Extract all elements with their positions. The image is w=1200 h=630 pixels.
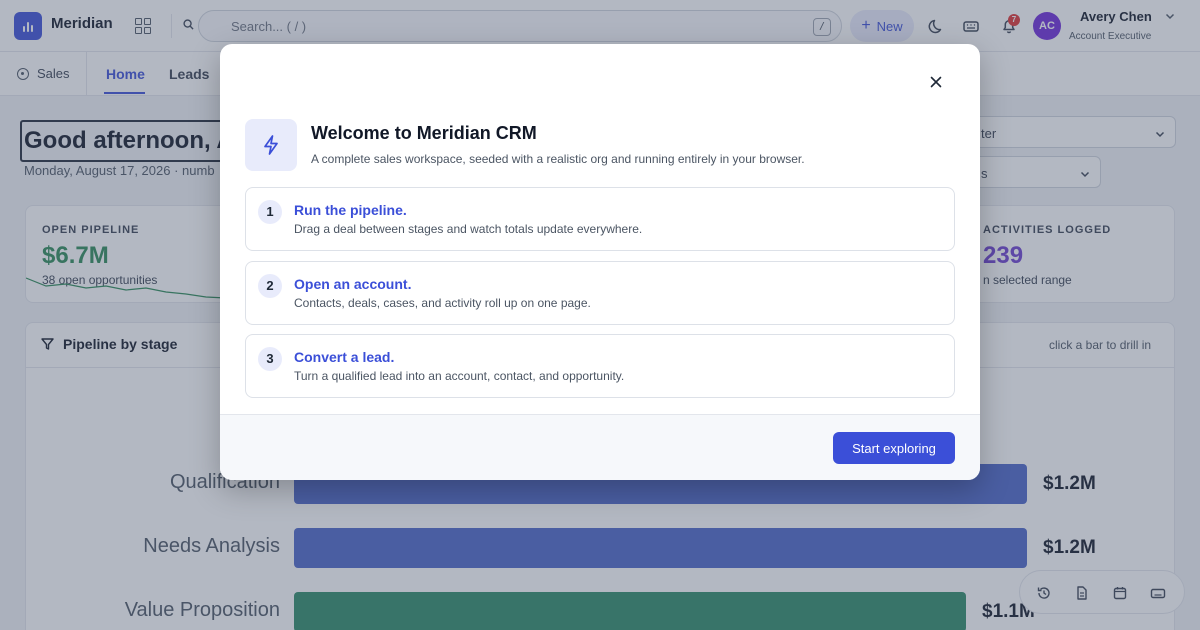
close-icon[interactable] xyxy=(928,74,944,90)
onboarding-step[interactable]: 1 Run the pipeline. Drag a deal between … xyxy=(245,187,955,251)
onboarding-step[interactable]: 2 Open an account. Contacts, deals, case… xyxy=(245,261,955,325)
step-number: 3 xyxy=(258,347,282,371)
step-number: 2 xyxy=(258,274,282,298)
step-title: Convert a lead. xyxy=(294,349,395,365)
step-number: 1 xyxy=(258,200,282,224)
step-description: Turn a qualified lead into an account, c… xyxy=(294,369,625,383)
dialog-footer: Start exploring xyxy=(220,414,980,480)
lightning-icon xyxy=(245,119,297,171)
start-exploring-button[interactable]: Start exploring xyxy=(833,432,955,464)
onboarding-step[interactable]: 3 Convert a lead. Turn a qualified lead … xyxy=(245,334,955,398)
step-description: Drag a deal between stages and watch tot… xyxy=(294,222,643,236)
step-title: Run the pipeline. xyxy=(294,202,407,218)
welcome-dialog: Welcome to Meridian CRM A complete sales… xyxy=(220,44,980,480)
dialog-subtitle: A complete sales workspace, seeded with … xyxy=(311,152,805,166)
step-description: Contacts, deals, cases, and activity rol… xyxy=(294,296,591,310)
step-title: Open an account. xyxy=(294,276,412,292)
dialog-title: Welcome to Meridian CRM xyxy=(311,123,537,143)
